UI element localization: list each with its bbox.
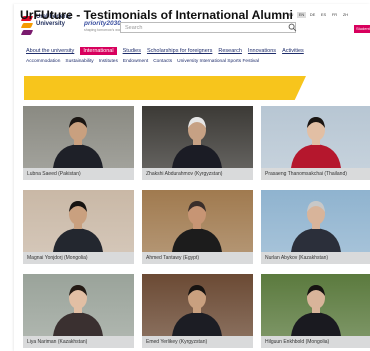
nav-item-6[interactable]: Activities xyxy=(282,48,304,54)
person-photo-icon xyxy=(172,285,222,336)
person-photo-icon xyxy=(172,117,222,168)
search-icon[interactable] xyxy=(288,23,297,32)
page: Ural Federal University priority2030 sha… xyxy=(14,4,370,351)
person-photo-icon xyxy=(53,285,103,336)
subnav-item-5[interactable]: University International Sports Festival xyxy=(177,59,259,64)
alumni-caption[interactable]: Nurlan Abykov (Kazakhstan) xyxy=(261,252,370,264)
page-title: UrFUture - Testimonials of International… xyxy=(20,8,293,22)
language-zh[interactable]: ZH xyxy=(341,12,350,18)
alumni-card[interactable]: Emed Yerlikey (Kyrgyzstan) xyxy=(142,274,253,348)
alumni-photo[interactable] xyxy=(261,274,370,336)
nav-item-3[interactable]: Scholarships for foreigners xyxy=(147,48,212,54)
person-photo-icon xyxy=(291,201,341,252)
alumni-caption[interactable]: Emed Yerlikey (Kyrgyzstan) xyxy=(142,336,253,348)
subnav-item-1[interactable]: Sustainability xyxy=(65,59,93,64)
alumni-grid: Lubna Saeed (Pakistan) Zhakshi Abdurahmov… xyxy=(23,106,370,348)
alumni-photo[interactable] xyxy=(23,190,134,252)
alumni-caption[interactable]: Liya Nariman (Kazakhstan) xyxy=(23,336,134,348)
alumni-card[interactable]: Liya Nariman (Kazakhstan) xyxy=(23,274,134,348)
person-photo-icon xyxy=(172,201,222,252)
alumni-caption[interactable]: Lubna Saeed (Pakistan) xyxy=(23,168,134,180)
nav-item-1[interactable]: International xyxy=(80,47,117,55)
subnav-item-0[interactable]: Accommodation xyxy=(26,59,60,64)
primary-nav: About the university International Studies… xyxy=(26,47,304,55)
person-photo-icon xyxy=(53,201,103,252)
language-fr[interactable]: FR xyxy=(330,12,339,18)
alumni-photo[interactable] xyxy=(23,274,134,336)
alumni-card[interactable]: Hilguun Enkhbold (Mongolia) xyxy=(261,274,370,348)
person-photo-icon xyxy=(291,285,341,336)
nav-item-0[interactable]: About the university xyxy=(26,48,74,54)
alumni-photo[interactable] xyxy=(142,274,253,336)
secondary-nav: Accommodation Sustainability Institutes End… xyxy=(26,59,259,64)
alumni-caption[interactable]: Prasaeng Thanomsakchai (Thailand) xyxy=(261,168,370,180)
alumni-card[interactable]: Zhakshi Abdurahmov (Kyrgyzstan) xyxy=(142,106,253,180)
language-switcher: RU EN DE ES FR ZH xyxy=(286,12,350,18)
logo-line-2: University xyxy=(36,21,66,27)
subnav-item-4[interactable]: Contacts xyxy=(153,59,172,64)
alumni-card[interactable]: Nurlan Abykov (Kazakhstan) xyxy=(261,190,370,264)
person-photo-icon xyxy=(291,117,341,168)
nav-item-4[interactable]: Research xyxy=(218,48,242,54)
alumni-card[interactable]: Lubna Saeed (Pakistan) xyxy=(23,106,134,180)
alumni-caption[interactable]: Hilguun Enkhbold (Mongolia) xyxy=(261,336,370,348)
person-photo-icon xyxy=(53,117,103,168)
alumni-card[interactable]: Prasaeng Thanomsakchai (Thailand) xyxy=(261,106,370,180)
alumni-photo[interactable] xyxy=(142,190,253,252)
alumni-photo[interactable] xyxy=(261,106,370,168)
alumni-photo[interactable] xyxy=(261,190,370,252)
alumni-caption[interactable]: Magnai Yonjdorj (Mongolia) xyxy=(23,252,134,264)
search-input[interactable]: Search xyxy=(120,22,296,33)
subnav-item-3[interactable]: Endowment xyxy=(123,59,148,64)
student-button[interactable]: Student xyxy=(354,25,370,33)
nav-item-2[interactable]: Studies xyxy=(123,48,141,54)
alumni-caption[interactable]: Zhakshi Abdurahmov (Kyrgyzstan) xyxy=(142,168,253,180)
subnav-item-2[interactable]: Institutes xyxy=(99,59,118,64)
language-en[interactable]: EN xyxy=(297,12,306,18)
alumni-card[interactable]: Ahmed Tantawy (Egypt) xyxy=(142,190,253,264)
title-banner xyxy=(24,76,306,100)
alumni-photo[interactable] xyxy=(23,106,134,168)
alumni-caption[interactable]: Ahmed Tantawy (Egypt) xyxy=(142,252,253,264)
alumni-card[interactable]: Magnai Yonjdorj (Mongolia) xyxy=(23,190,134,264)
alumni-photo[interactable] xyxy=(142,106,253,168)
nav-item-5[interactable]: Innovations xyxy=(248,48,276,54)
language-de[interactable]: DE xyxy=(308,12,317,18)
language-es[interactable]: ES xyxy=(319,12,328,18)
